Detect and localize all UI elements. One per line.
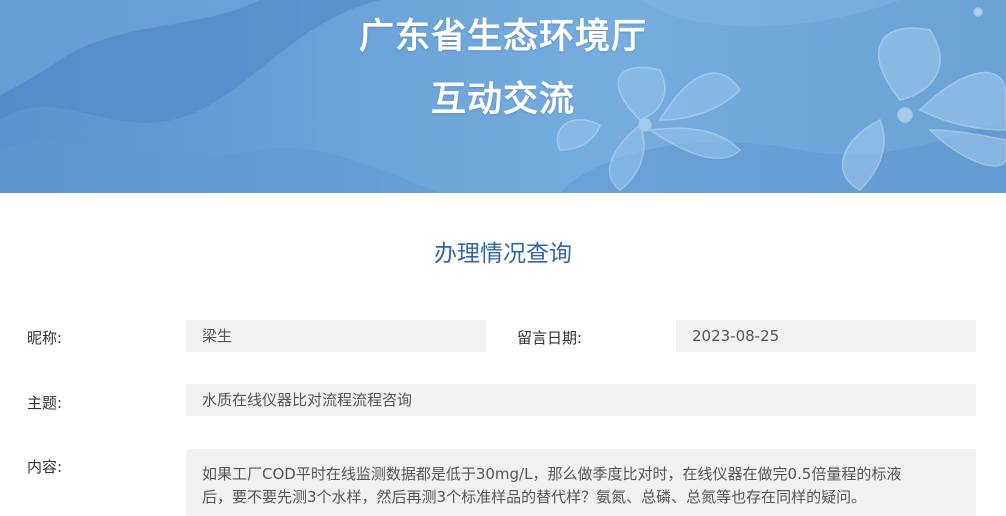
- subject-field: 水质在线仪器比对流程流程咨询: [186, 384, 976, 416]
- page-title: 办理情况查询: [434, 241, 572, 267]
- banner-title: 广东省生态环境厅: [358, 17, 647, 57]
- nickname-field: 梁生: [186, 320, 486, 352]
- nickname-label: 昵称:: [27, 329, 63, 347]
- content-label: 内容:: [27, 458, 63, 476]
- subject-label: 主题:: [27, 394, 63, 412]
- date-field: 2023-08-25: [676, 320, 976, 352]
- header-banner: 广东省生态环境厅 互动交流: [0, 0, 1006, 193]
- content-line: 如果工厂COD平时在线监测数据都是低于30mg/L，那么做季度比对时，在线仪器在…: [202, 465, 902, 483]
- banner-subtitle: 互动交流: [430, 80, 575, 120]
- content-line: 后，要不要先测3个水样，然后再测3个标准样品的替代样？氨氮、总磷、总氮等也存在同…: [202, 488, 867, 506]
- date-label: 留言日期:: [517, 329, 583, 347]
- content-field: 如果工厂COD平时在线监测数据都是低于30mg/L，那么做季度比对时，在线仪器在…: [186, 449, 976, 516]
